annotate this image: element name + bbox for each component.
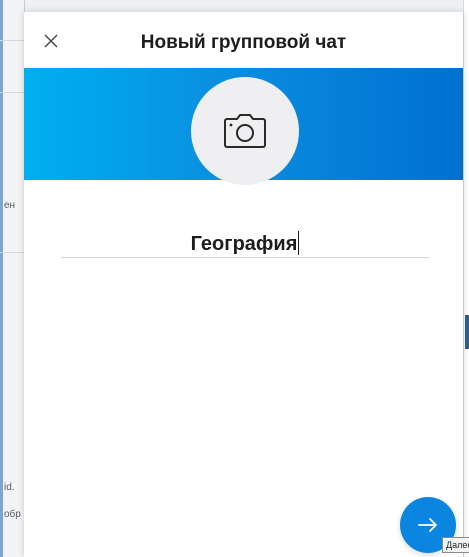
- background-divider: [0, 252, 24, 253]
- background-text-fragment: обр: [4, 509, 21, 520]
- arrow-right-icon: [418, 518, 437, 532]
- group-name-underline: [61, 257, 429, 258]
- group-name-input[interactable]: География: [61, 229, 429, 259]
- dialog-title: Новый групповой чат: [140, 32, 347, 53]
- background-left-accent: [0, 0, 3, 557]
- background-divider: [0, 40, 24, 41]
- text-caret: [298, 231, 300, 255]
- background-divider: [0, 92, 24, 93]
- background-top-strip: [24, 0, 463, 12]
- new-group-chat-dialog: Новый групповой чат География: [24, 12, 463, 557]
- background-text-fragment: ен: [4, 200, 16, 211]
- camera-icon: [224, 114, 266, 148]
- background-text-fragment: id.: [4, 482, 15, 493]
- background-left-pane: [0, 0, 25, 557]
- background-right-tab: [465, 315, 469, 349]
- group-name-value: География: [190, 233, 298, 255]
- dialog-header: Новый групповой чат: [24, 12, 463, 68]
- group-avatar-upload-button[interactable]: [191, 77, 299, 185]
- background-right-pane: [463, 0, 469, 557]
- next-tooltip: Далее: [442, 537, 469, 553]
